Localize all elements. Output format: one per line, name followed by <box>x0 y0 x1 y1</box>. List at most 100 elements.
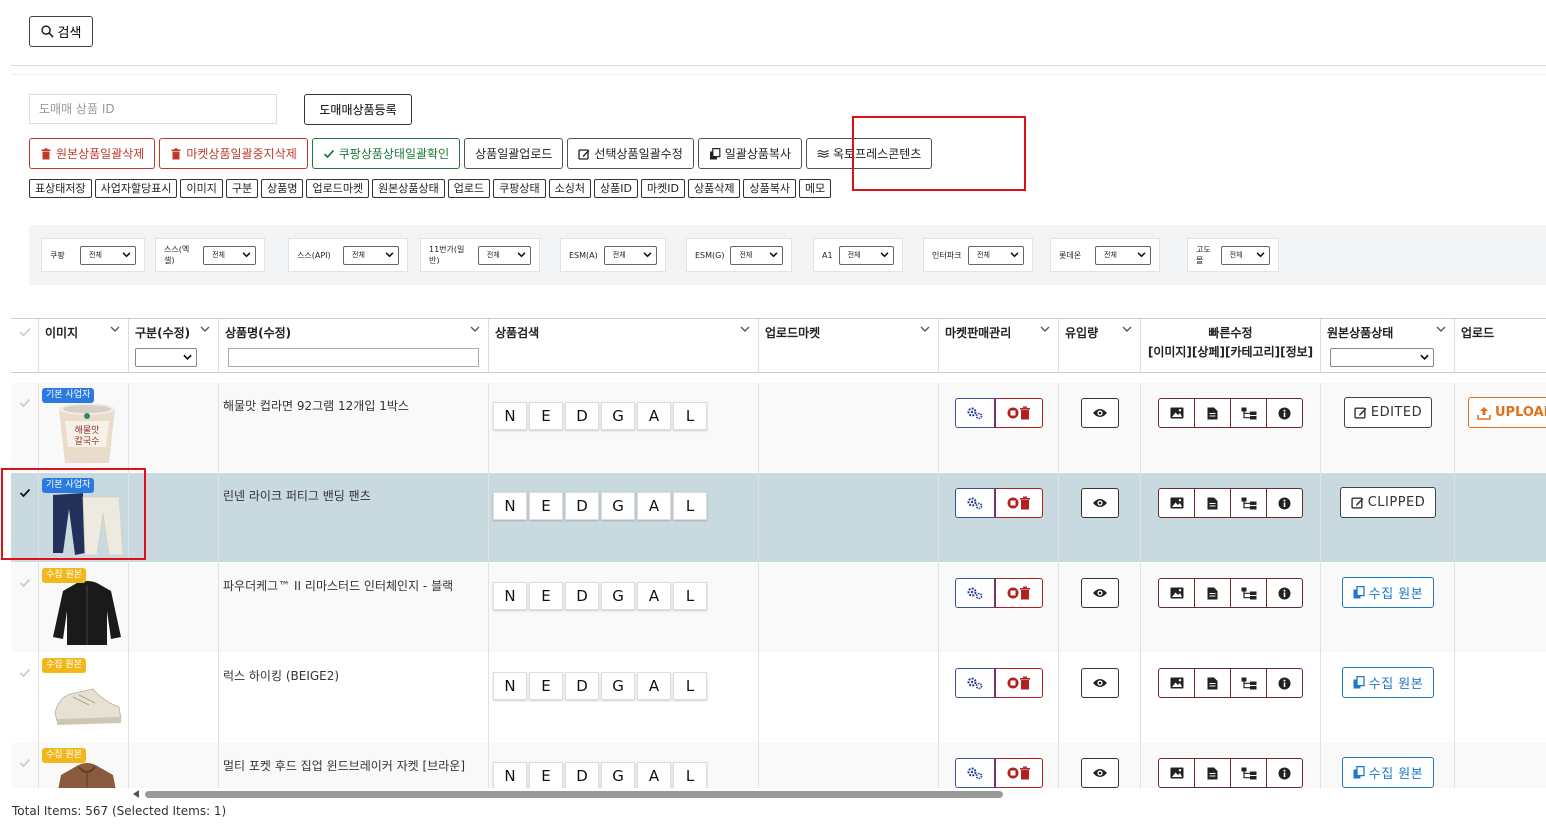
column-toggle-chip[interactable]: 업로드 <box>447 179 491 198</box>
bulk-action-button-0[interactable]: 원본상품일괄삭제 <box>29 138 156 169</box>
search-letter-button[interactable]: D <box>565 672 599 700</box>
table-row[interactable]: 기본 사업자 린넨 라이크 퍼티그 밴딩 팬츠 N E D G A L CLIPPED <box>11 473 1546 563</box>
search-letter-button[interactable]: E <box>529 492 563 520</box>
column-search[interactable]: 상품검색 <box>489 319 759 373</box>
search-letter-button[interactable]: N <box>493 402 527 430</box>
quick-edit-category-button[interactable] <box>1230 578 1267 608</box>
table-row[interactable]: 수집 원본 멀티 포켓 후드 집업 윈드브레이커 자켓 [브라운] N E D G A L 수집… <box>11 743 1546 788</box>
search-letter-button[interactable]: L <box>673 582 707 610</box>
quick-edit-category-button[interactable] <box>1230 488 1267 518</box>
search-button[interactable]: 검색 <box>29 16 93 47</box>
search-letter-button[interactable]: G <box>601 762 635 788</box>
scrollbar-thumb[interactable] <box>145 791 1003 798</box>
column-category[interactable]: 구분(수정) <box>129 319 219 373</box>
product-name[interactable]: 해물맛 컵라면 92그램 12개입 1박스 <box>223 397 409 414</box>
bulk-action-button-4[interactable]: 선택상품일괄수정 <box>567 138 694 169</box>
origin-status-button[interactable]: 수집 원본 <box>1342 757 1434 788</box>
search-letter-button[interactable]: N <box>493 762 527 788</box>
market-filter-select[interactable]: 전체 <box>968 245 1024 265</box>
market-filter-select[interactable]: 전체 <box>730 245 783 265</box>
bulk-action-button-3[interactable]: 상품일괄업로드 <box>464 138 564 169</box>
column-toggle-chip[interactable]: 원본상품상태 <box>372 179 445 198</box>
row-check-icon[interactable] <box>19 667 31 679</box>
column-toggle-chip[interactable]: 상품복사 <box>743 179 796 198</box>
column-toggle-chip[interactable]: 쿠팡상태 <box>493 179 546 198</box>
quick-edit-detail-button[interactable] <box>1194 668 1231 698</box>
column-toggle-chip[interactable]: 사업자할당표시 <box>94 179 178 198</box>
origin-status-button[interactable]: CLIPPED <box>1340 487 1436 518</box>
column-toggle-chip[interactable]: 소싱처 <box>548 179 592 198</box>
search-letter-button[interactable]: G <box>601 672 635 700</box>
view-traffic-button[interactable] <box>1081 668 1119 698</box>
column-toggle-chip[interactable]: 표상태저장 <box>29 179 92 198</box>
column-toggle-chip[interactable]: 상품ID <box>594 179 638 198</box>
table-row[interactable]: 수집 원본 럭스 하이킹 (BEIGE2) N E D G A L 수집 원본 <box>11 653 1546 743</box>
quick-edit-info-button[interactable] <box>1266 758 1303 788</box>
origin-status-button[interactable]: EDITED <box>1344 397 1432 428</box>
view-traffic-button[interactable] <box>1081 398 1119 428</box>
market-settings-button[interactable] <box>955 398 995 428</box>
search-letter-button[interactable]: G <box>601 582 635 610</box>
upload-button[interactable]: UPLOAD <box>1468 397 1546 428</box>
market-filter-select[interactable]: 전체 <box>1220 245 1270 265</box>
column-toggle-chip[interactable]: 메모 <box>798 179 832 198</box>
search-letter-button[interactable]: G <box>601 492 635 520</box>
column-toggle-chip[interactable]: 마켓ID <box>641 179 685 198</box>
view-traffic-button[interactable] <box>1081 488 1119 518</box>
origin-status-button[interactable]: 수집 원본 <box>1342 577 1434 608</box>
search-letter-button[interactable]: L <box>673 672 707 700</box>
quick-edit-image-button[interactable] <box>1158 488 1195 518</box>
market-stop-delete-button[interactable] <box>995 398 1043 428</box>
product-name[interactable]: 멀티 포켓 후드 집업 윈드브레이커 자켓 [브라운] <box>223 757 465 774</box>
view-traffic-button[interactable] <box>1081 578 1119 608</box>
quick-edit-image-button[interactable] <box>1158 668 1195 698</box>
quick-edit-info-button[interactable] <box>1266 668 1303 698</box>
bulk-action-button-5[interactable]: 일괄상품복사 <box>697 138 802 169</box>
register-product-button[interactable]: 도매매상품등록 <box>304 94 412 125</box>
market-stop-delete-button[interactable] <box>995 488 1043 518</box>
search-letter-button[interactable]: G <box>601 402 635 430</box>
name-filter-input[interactable] <box>228 348 479 367</box>
search-letter-button[interactable]: E <box>529 762 563 788</box>
quick-edit-info-button[interactable] <box>1266 398 1303 428</box>
search-letter-button[interactable]: E <box>529 582 563 610</box>
product-name[interactable]: 린넨 라이크 퍼티그 밴딩 팬츠 <box>223 487 371 504</box>
table-row[interactable]: 기본 사업자 해물맛 칼국수 해물맛 컵라면 92그램 12개입 1박스 N E D G A L E… <box>11 383 1546 473</box>
quick-edit-category-button[interactable] <box>1230 758 1267 788</box>
quick-edit-image-button[interactable] <box>1158 578 1195 608</box>
column-toggle-chip[interactable]: 상품삭제 <box>687 179 741 198</box>
search-letter-button[interactable]: D <box>565 492 599 520</box>
search-letter-button[interactable]: N <box>493 672 527 700</box>
quick-edit-detail-button[interactable] <box>1194 398 1231 428</box>
search-letter-button[interactable]: L <box>673 762 707 788</box>
market-filter-select[interactable]: 전체 <box>203 245 256 265</box>
bulk-action-button-6[interactable]: 옥토프레스콘텐츠 <box>806 138 933 169</box>
column-toggle-chip[interactable]: 업로드마켓 <box>306 179 370 198</box>
search-letter-button[interactable]: A <box>637 582 671 610</box>
search-letter-button[interactable]: A <box>637 402 671 430</box>
market-filter-select[interactable]: 전체 <box>603 245 657 265</box>
column-upload-market[interactable]: 업로드마켓 <box>759 319 939 373</box>
market-filter-select[interactable]: 전체 <box>1095 245 1151 265</box>
origin-status-filter-select[interactable] <box>1330 348 1434 367</box>
column-name[interactable]: 상품명(수정) <box>219 319 489 373</box>
origin-status-button[interactable]: 수집 원본 <box>1342 667 1434 698</box>
column-upload[interactable]: 업로드 <box>1455 319 1546 373</box>
column-toggle-chip[interactable]: 상품명 <box>261 179 304 198</box>
product-name[interactable]: 럭스 하이킹 (BEIGE2) <box>223 667 339 684</box>
search-letter-button[interactable]: D <box>565 582 599 610</box>
quick-edit-detail-button[interactable] <box>1194 758 1231 788</box>
quick-edit-image-button[interactable] <box>1158 398 1195 428</box>
market-filter-select[interactable]: 전체 <box>477 245 531 265</box>
view-traffic-button[interactable] <box>1081 758 1119 788</box>
search-letter-button[interactable]: E <box>529 672 563 700</box>
market-stop-delete-button[interactable] <box>995 758 1043 788</box>
column-toggle-chip[interactable]: 구분 <box>225 179 259 198</box>
search-letter-button[interactable]: L <box>673 402 707 430</box>
market-settings-button[interactable] <box>955 488 995 518</box>
quick-edit-info-button[interactable] <box>1266 488 1303 518</box>
search-letter-button[interactable]: A <box>637 492 671 520</box>
market-settings-button[interactable] <box>955 758 995 788</box>
quick-edit-detail-button[interactable] <box>1194 488 1231 518</box>
row-check-icon[interactable] <box>19 757 31 769</box>
